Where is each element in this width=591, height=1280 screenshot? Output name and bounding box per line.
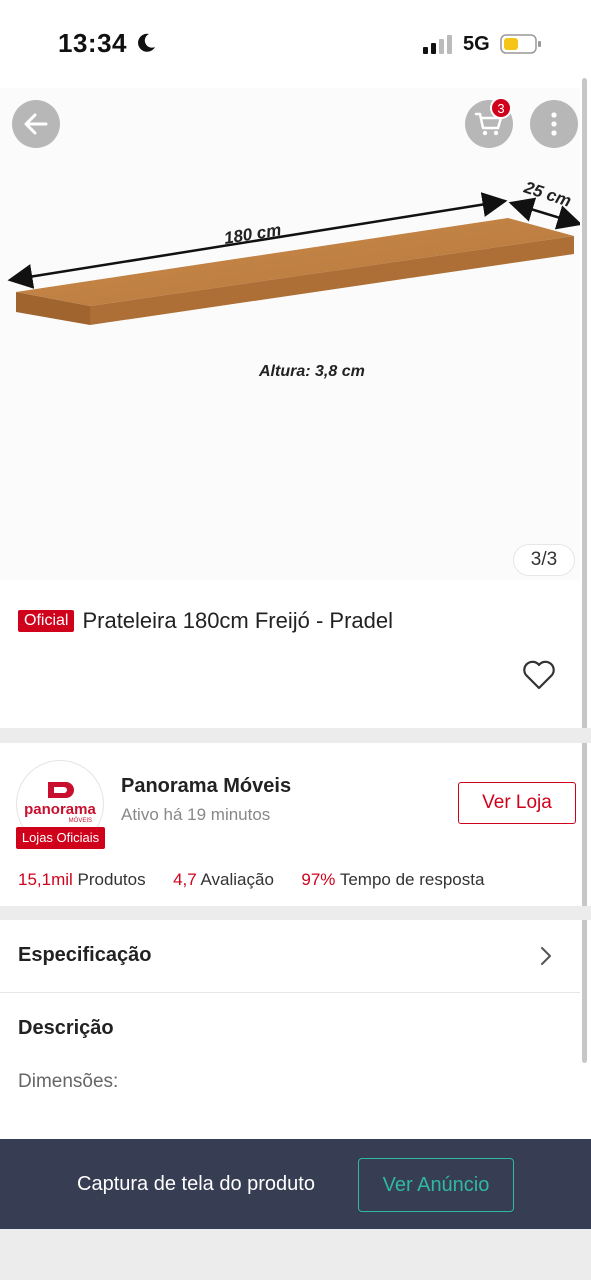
back-button[interactable]: [12, 100, 60, 148]
stat-products-value: 15,1mil: [18, 870, 73, 889]
depth-label: 25 cm: [521, 177, 574, 210]
store-logo-subtext: MÓVEIS: [68, 818, 92, 824]
more-options-button[interactable]: [530, 100, 578, 148]
product-title-row: Oficial Prateleira 180cm Freijó - Pradel: [18, 608, 393, 634]
more-vertical-icon: [551, 112, 557, 136]
stat-response-value: 97%: [301, 870, 336, 889]
store-active-status: Ativo há 19 minutos: [121, 805, 271, 824]
cart-count-badge: 3: [490, 97, 512, 119]
status-time: 13:34: [58, 28, 127, 58]
panorama-logo-icon: [48, 782, 74, 798]
specification-label: Especificação: [18, 944, 152, 966]
divider: [0, 992, 580, 993]
length-label: 180 cm: [223, 220, 283, 248]
product-image-gallery[interactable]: 180 cm 25 cm Altura: 3,8 cm: [0, 88, 583, 580]
status-bar: 13:34 5G: [0, 0, 591, 88]
battery-icon: [500, 34, 541, 54]
store-logo-text: panorama: [24, 801, 96, 818]
cart-button[interactable]: 3: [465, 97, 513, 148]
view-listing-button[interactable]: Ver Anúncio: [358, 1158, 514, 1212]
network-label: 5G: [463, 33, 490, 55]
dimensions-label: Dimensões:: [18, 1071, 119, 1092]
section-separator: [0, 906, 591, 920]
stat-response-label: Tempo de resposta: [339, 870, 485, 889]
official-stores-badge: Lojas Oficiais: [16, 827, 105, 849]
capture-caption: Captura de tela do produto: [77, 1173, 315, 1195]
product-title: Prateleira 180cm Freijó - Pradel: [82, 608, 394, 633]
visit-store-button[interactable]: Ver Loja: [458, 782, 576, 824]
product-image: 180 cm 25 cm Altura: 3,8 cm: [7, 177, 583, 380]
store-name[interactable]: Panorama Móveis: [121, 775, 291, 798]
stat-rating-value: 4,7: [173, 870, 197, 889]
description-heading: Descrição: [18, 1017, 114, 1039]
official-badge: Oficial: [18, 610, 75, 632]
stat-rating-label: Avaliação: [200, 870, 274, 889]
chevron-right-icon: [541, 947, 551, 965]
moon-icon: [138, 33, 155, 52]
signal-icon: [423, 35, 452, 54]
image-counter: 3/3: [513, 544, 575, 576]
heart-icon[interactable]: [522, 660, 556, 690]
height-label: Altura: 3,8 cm: [258, 363, 365, 380]
section-separator: [0, 728, 591, 743]
bottom-spacer: [0, 1229, 591, 1280]
store-stats: 15,1mil Produtos 4,7 Avaliação 97% Tempo…: [18, 870, 484, 890]
specification-row[interactable]: Especificação: [0, 920, 580, 992]
stat-products-label: Produtos: [77, 870, 146, 889]
arrow-left-icon: [24, 113, 48, 135]
